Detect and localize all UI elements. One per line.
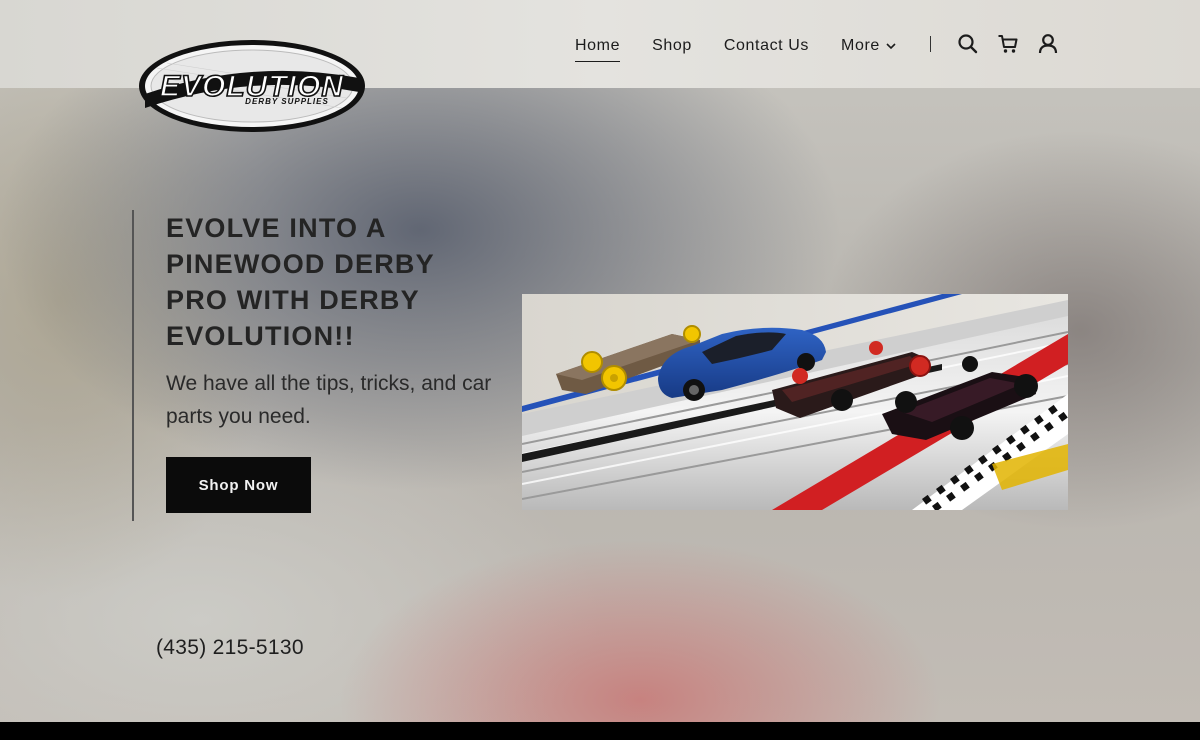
site-logo[interactable]: EVOLUTION DERBY SUPPLIES (137, 38, 367, 134)
hero-subtext: We have all the tips, tricks, and car pa… (166, 372, 492, 428)
nav-divider (930, 36, 931, 52)
nav-shop-label: Shop (652, 37, 692, 54)
search-icon[interactable] (957, 33, 979, 55)
footer-bar (0, 722, 1200, 740)
hero-image (522, 294, 1068, 510)
main-nav: Home Shop Contact Us More (575, 37, 928, 62)
nav-more-dropdown[interactable]: More (841, 37, 896, 62)
shop-now-button[interactable]: Shop Now (166, 457, 311, 513)
cart-icon[interactable] (997, 33, 1019, 55)
nav-shop[interactable]: Shop (652, 37, 692, 62)
logo-subtext: DERBY SUPPLIES (245, 97, 329, 106)
hero-headline: EVOLVE INTO A PINEWOOD DERBY PRO WITH DE… (166, 213, 435, 351)
nav-home-label: Home (575, 37, 621, 54)
nav-home[interactable]: Home (575, 37, 621, 62)
nav-contact-us[interactable]: Contact Us (724, 37, 809, 62)
nav-contact-label: Contact Us (723, 37, 810, 54)
account-icon[interactable] (1037, 33, 1059, 55)
phone-number[interactable]: (435) 215-5130 (156, 636, 304, 660)
chevron-down-icon (886, 43, 896, 50)
hero-accent-rule (132, 210, 134, 521)
nav-more-label: More (841, 37, 880, 54)
